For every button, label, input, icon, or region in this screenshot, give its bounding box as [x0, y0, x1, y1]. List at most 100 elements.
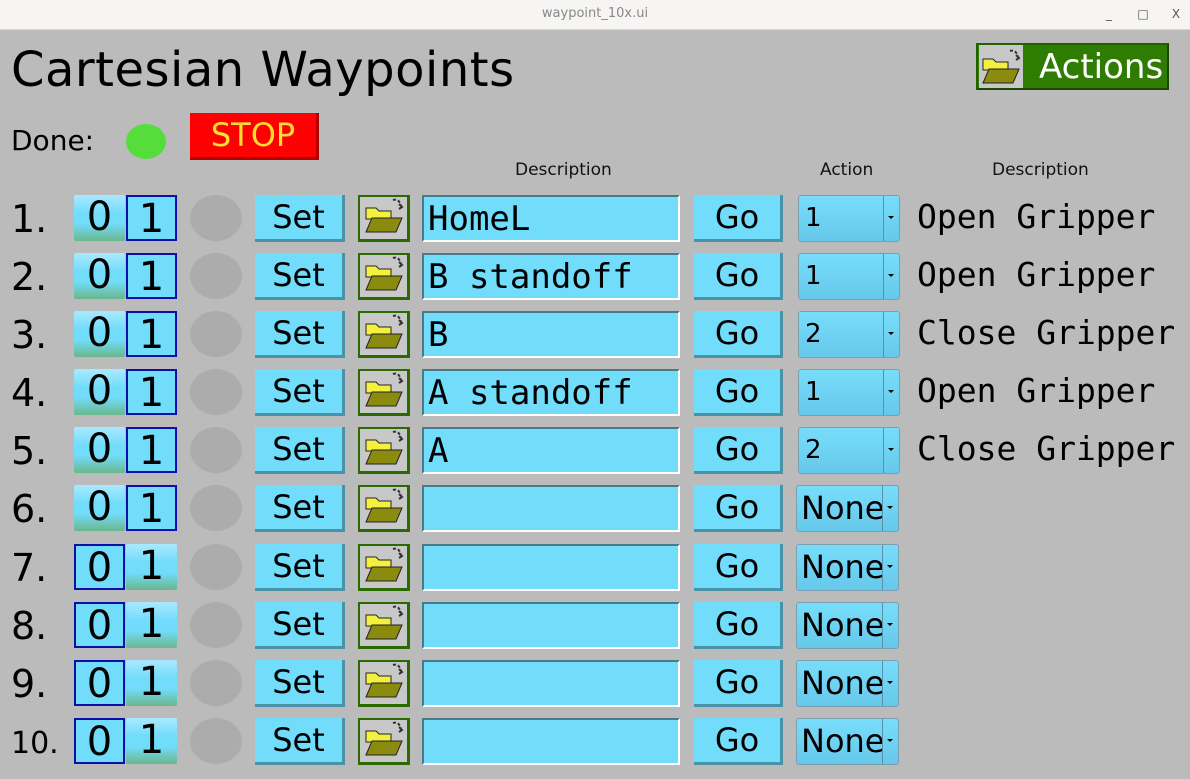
action-select[interactable]: 1	[798, 253, 900, 300]
load-file-button[interactable]	[358, 660, 410, 707]
action-description: Open Gripper	[917, 255, 1156, 294]
chevron-down-icon[interactable]	[882, 486, 898, 531]
bit-1-button[interactable]: 1	[126, 602, 177, 648]
go-button[interactable]: Go	[694, 602, 783, 649]
bit-0-button[interactable]: 0	[74, 660, 125, 706]
set-button[interactable]: Set	[255, 427, 345, 474]
chevron-down-icon[interactable]	[882, 603, 898, 648]
load-file-button[interactable]	[358, 427, 410, 474]
set-button[interactable]: Set	[255, 253, 345, 300]
action-select[interactable]: None	[796, 485, 899, 532]
bit-0-button[interactable]: 0	[74, 602, 125, 648]
load-file-button[interactable]	[358, 718, 410, 765]
bit-1-button[interactable]: 1	[126, 544, 177, 590]
bit-1-button[interactable]: 1	[126, 427, 177, 473]
description-input[interactable]	[422, 660, 680, 707]
load-file-button[interactable]	[358, 544, 410, 591]
description-column-header: Description	[515, 160, 612, 180]
chevron-down-icon[interactable]	[883, 312, 899, 357]
go-button[interactable]: Go	[694, 253, 783, 300]
description-input[interactable]	[422, 427, 680, 474]
load-file-button[interactable]	[358, 485, 410, 532]
description-input[interactable]	[422, 195, 680, 242]
description-input[interactable]	[422, 311, 680, 358]
bit-0-button[interactable]: 0	[74, 311, 125, 357]
bit-0-button[interactable]: 0	[74, 253, 125, 299]
waypoint-status-led	[190, 718, 242, 764]
minimize-button[interactable]: _	[1099, 5, 1119, 23]
go-button[interactable]: Go	[694, 311, 783, 358]
load-file-button[interactable]	[358, 311, 410, 358]
go-button[interactable]: Go	[694, 427, 783, 474]
waypoint-status-led	[190, 369, 242, 415]
description-input[interactable]	[422, 485, 680, 532]
load-file-button[interactable]	[358, 369, 410, 416]
chevron-down-icon[interactable]	[882, 719, 898, 764]
bit-1-button[interactable]: 1	[126, 660, 177, 706]
waypoint-status-led	[190, 427, 242, 473]
bit-1-button[interactable]: 1	[126, 718, 177, 764]
waypoint-status-led	[190, 195, 242, 241]
chevron-down-icon[interactable]	[883, 428, 899, 473]
actions-button[interactable]: Actions	[976, 43, 1169, 90]
description-input[interactable]	[422, 369, 680, 416]
set-button[interactable]: Set	[255, 485, 345, 532]
description-input[interactable]	[422, 253, 680, 300]
action-select[interactable]: 1	[798, 195, 900, 242]
chevron-down-icon[interactable]	[883, 254, 899, 299]
chevron-down-icon[interactable]	[883, 370, 899, 415]
action-select[interactable]: 2	[798, 427, 900, 474]
bit-0-button[interactable]: 0	[74, 427, 125, 473]
chevron-down-icon[interactable]	[883, 196, 899, 241]
bit-1-button[interactable]: 1	[126, 369, 177, 415]
description-input[interactable]	[422, 718, 680, 765]
go-button[interactable]: Go	[694, 485, 783, 532]
action-column-header: Action	[820, 160, 874, 180]
description-input[interactable]	[422, 544, 680, 591]
action-select[interactable]: None	[796, 660, 899, 707]
bit-1-button[interactable]: 1	[126, 253, 177, 299]
bit-0-button[interactable]: 0	[74, 195, 125, 241]
set-button[interactable]: Set	[255, 311, 345, 358]
waypoint-status-led	[190, 311, 242, 357]
bit-1-button[interactable]: 1	[126, 485, 177, 531]
waypoint-number: 4.	[11, 371, 48, 415]
done-label: Done:	[11, 124, 95, 157]
go-button[interactable]: Go	[694, 195, 783, 242]
waypoint-number: 8.	[11, 604, 48, 648]
bit-0-button[interactable]: 0	[74, 718, 125, 764]
action-select[interactable]: None	[796, 718, 899, 765]
bit-0-button[interactable]: 0	[74, 485, 125, 531]
go-button[interactable]: Go	[694, 369, 783, 416]
set-button[interactable]: Set	[255, 195, 345, 242]
action-select[interactable]: None	[796, 602, 899, 649]
load-file-button[interactable]	[358, 253, 410, 300]
set-button[interactable]: Set	[255, 718, 345, 765]
action-description: Open Gripper	[917, 197, 1156, 236]
load-file-button[interactable]	[358, 602, 410, 649]
go-button[interactable]: Go	[694, 660, 783, 707]
set-button[interactable]: Set	[255, 369, 345, 416]
action-select[interactable]: 1	[798, 369, 900, 416]
set-button[interactable]: Set	[255, 544, 345, 591]
waypoint-row: 3. 0 1 Set Go 2 Close Gripper	[0, 311, 1190, 361]
chevron-down-icon[interactable]	[882, 661, 898, 706]
bit-1-button[interactable]: 1	[126, 195, 177, 241]
bit-1-button[interactable]: 1	[126, 311, 177, 357]
window-titlebar: waypoint_10x.ui _ □ X	[0, 0, 1190, 30]
set-button[interactable]: Set	[255, 602, 345, 649]
maximize-button[interactable]: □	[1133, 5, 1153, 23]
set-button[interactable]: Set	[255, 660, 345, 707]
close-button[interactable]: X	[1166, 5, 1186, 23]
action-select[interactable]: 2	[798, 311, 900, 358]
bit-0-button[interactable]: 0	[74, 544, 125, 590]
go-button[interactable]: Go	[694, 718, 783, 765]
description-input[interactable]	[422, 602, 680, 649]
load-file-button[interactable]	[358, 195, 410, 242]
action-select[interactable]: None	[796, 544, 899, 591]
bit-0-button[interactable]: 0	[74, 369, 125, 415]
stop-button[interactable]: STOP	[190, 113, 319, 160]
go-button[interactable]: Go	[694, 544, 783, 591]
folder-open-icon	[363, 428, 405, 472]
chevron-down-icon[interactable]	[882, 545, 898, 590]
